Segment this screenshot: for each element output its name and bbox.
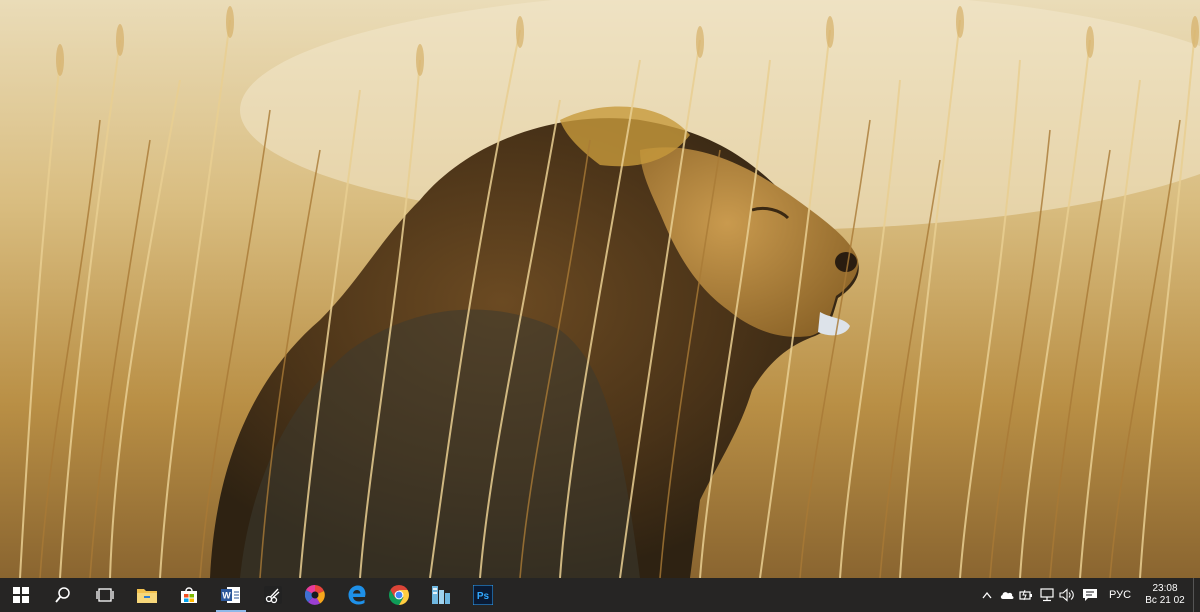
store-icon <box>181 587 197 603</box>
task-view-icon <box>96 588 114 602</box>
photoshop-label: Ps <box>477 591 490 602</box>
show-desktop-button[interactable] <box>1193 578 1200 612</box>
onedrive-tray-button[interactable] <box>997 578 1017 612</box>
scissors-icon <box>264 586 282 604</box>
network-monitor-icon <box>1040 588 1054 602</box>
show-hidden-icons-button[interactable] <box>977 578 997 612</box>
power-tray-button[interactable] <box>1017 578 1037 612</box>
photoshop-icon: Ps <box>473 585 493 605</box>
color-app-button[interactable] <box>294 578 336 612</box>
action-center-button[interactable] <box>1077 578 1103 612</box>
volume-tray-button[interactable] <box>1057 578 1077 612</box>
start-button[interactable] <box>0 578 42 612</box>
network-app-button[interactable] <box>420 578 462 612</box>
word-icon: W <box>221 587 240 603</box>
notification-icon <box>1083 589 1097 601</box>
edge-icon <box>348 585 366 605</box>
word-button[interactable]: W <box>210 578 252 612</box>
color-swirl-icon <box>305 585 325 605</box>
desktop-wallpaper <box>0 0 1200 578</box>
folder-icon <box>137 589 157 603</box>
network-tray-button[interactable] <box>1037 578 1057 612</box>
input-language-indicator[interactable]: РУС <box>1103 589 1137 601</box>
windows-logo-icon <box>13 587 29 603</box>
network-app-icon <box>432 586 450 604</box>
clock-time: 23:08 <box>1152 583 1178 594</box>
chevron-up-icon <box>982 591 992 599</box>
edge-button[interactable] <box>336 578 378 612</box>
search-button[interactable] <box>42 578 84 612</box>
search-icon <box>55 587 70 603</box>
taskbar: W Ps РУС 23:08 Вс 21 02 <box>0 578 1200 612</box>
cloud-icon <box>1000 592 1014 599</box>
clock-date: Вс 21 02 <box>1145 595 1185 606</box>
file-explorer-button[interactable] <box>126 578 168 612</box>
scissors-app-button[interactable] <box>252 578 294 612</box>
store-button[interactable] <box>168 578 210 612</box>
task-view-button[interactable] <box>84 578 126 612</box>
speaker-icon <box>1059 588 1074 602</box>
lion-wallpaper-image <box>0 0 1200 578</box>
battery-plug-icon <box>1019 589 1032 601</box>
system-clock[interactable]: 23:08 Вс 21 02 <box>1137 583 1193 607</box>
photoshop-button[interactable]: Ps <box>462 578 504 612</box>
chrome-icon <box>389 585 409 605</box>
chrome-button[interactable] <box>378 578 420 612</box>
word-letter: W <box>222 591 231 601</box>
